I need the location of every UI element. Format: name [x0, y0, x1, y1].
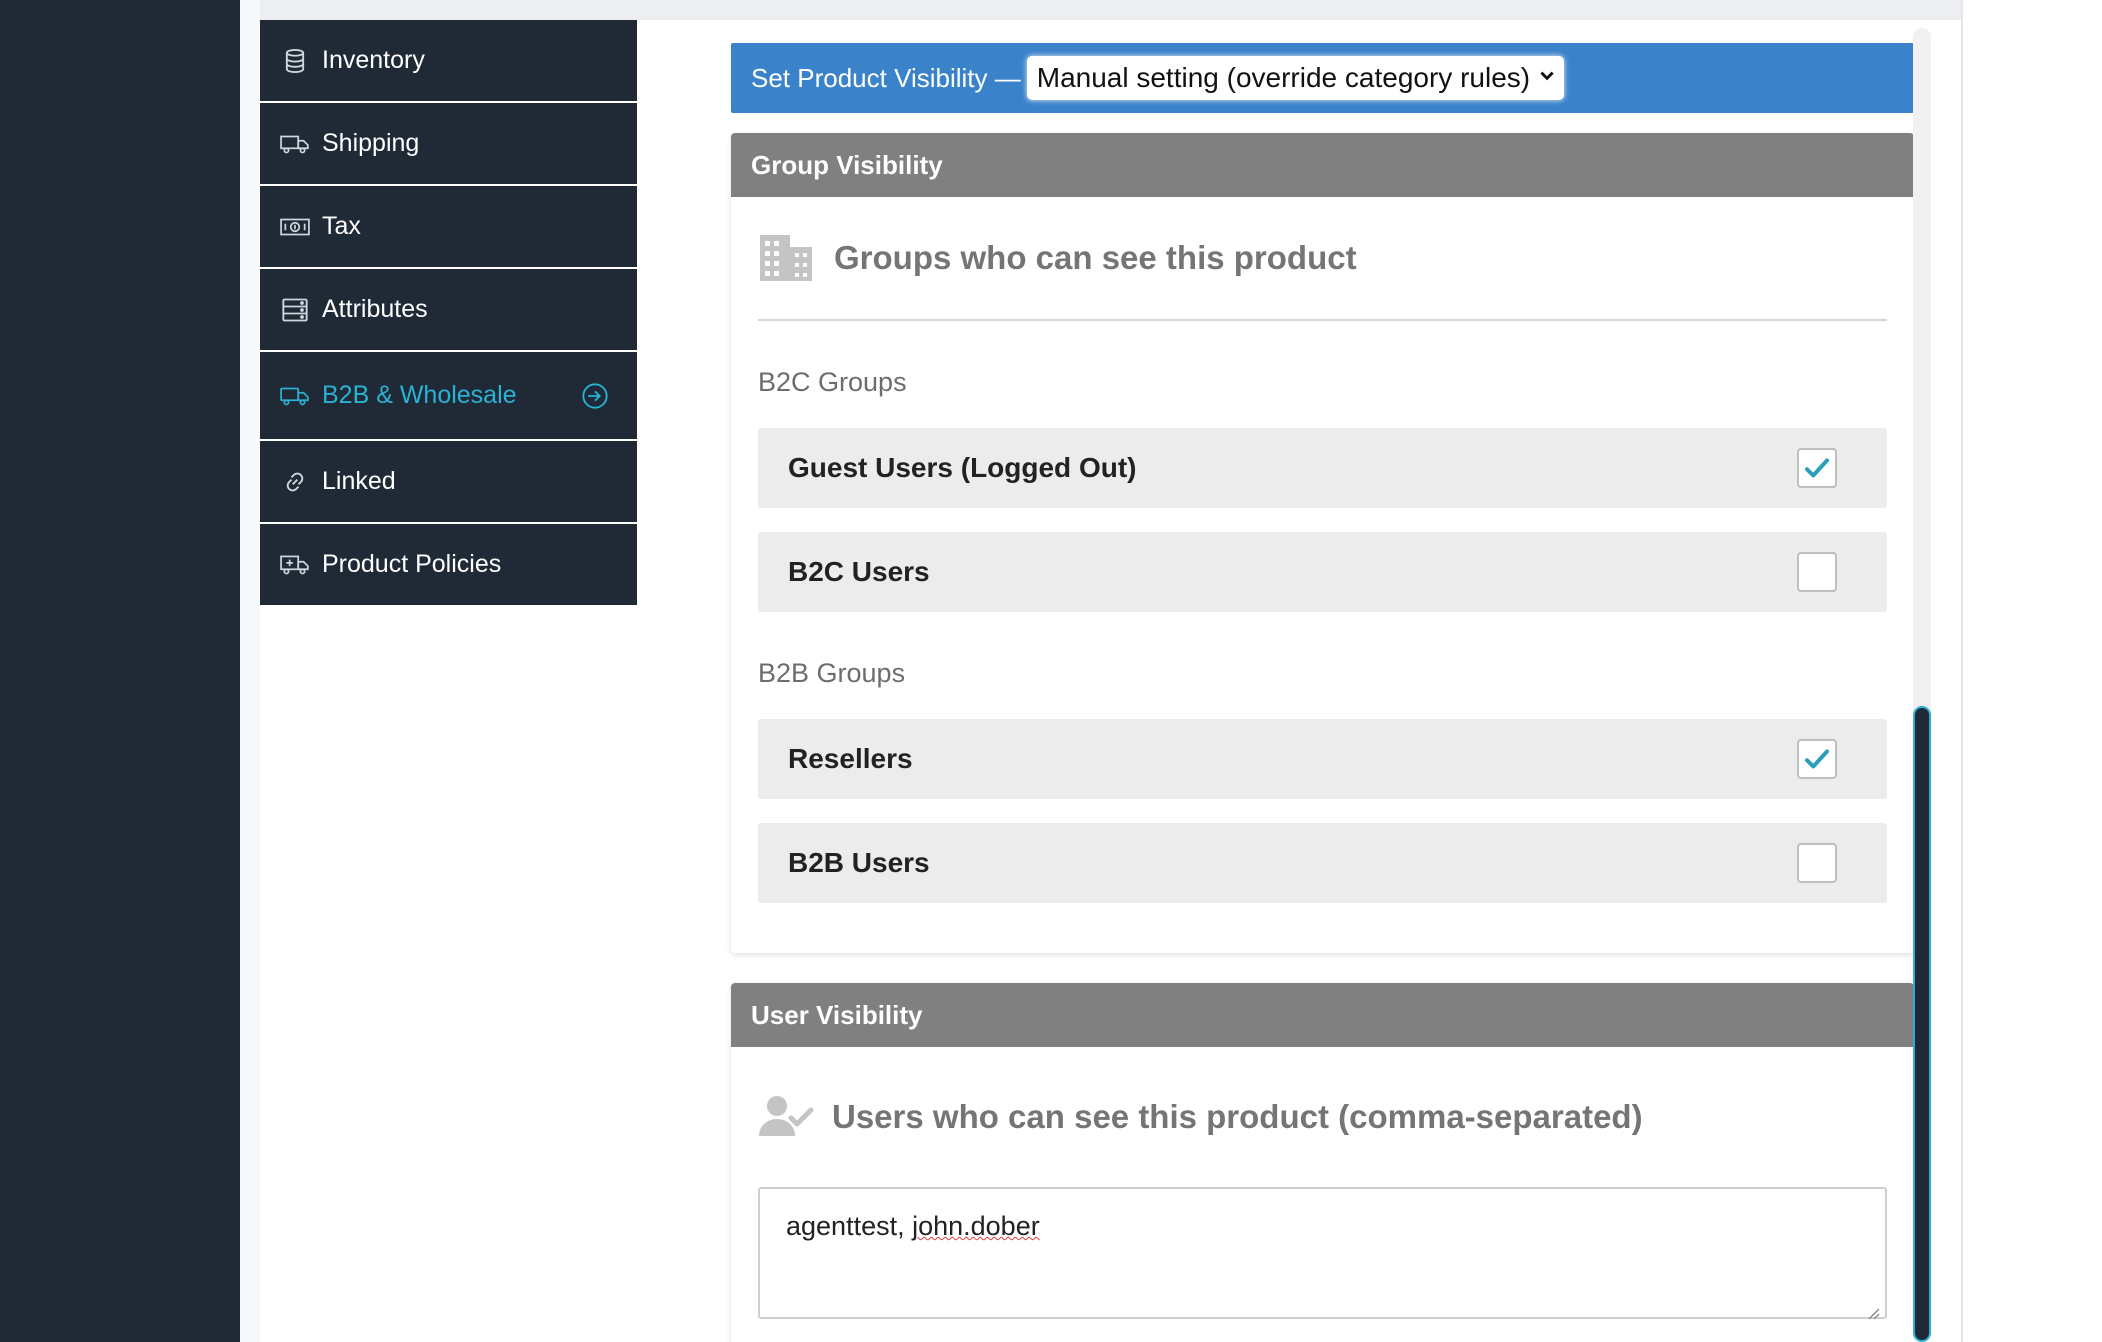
group-row-b2c-users[interactable]: B2C Users — [758, 532, 1887, 612]
visibility-select[interactable]: Manual setting (override category rules) — [1026, 56, 1565, 100]
visibility-label: Set Product Visibility — — [751, 62, 1021, 93]
b2c-groups-label: B2C Groups — [758, 367, 907, 397]
product-tabs-sidebar: Inventory Shipping Tax Attributes B2B & … — [260, 20, 637, 607]
tab-inventory[interactable]: Inventory — [260, 20, 637, 103]
users-value-part1: agenttest, — [786, 1211, 913, 1241]
tab-product-policies[interactable]: Product Policies — [260, 524, 637, 607]
tab-label: Tax — [322, 212, 361, 240]
tab-label: Product Policies — [322, 550, 502, 578]
database-icon — [278, 46, 312, 76]
tab-tax[interactable]: Tax — [260, 186, 637, 269]
attributes-icon — [278, 295, 312, 325]
group-name: B2B Users — [788, 847, 930, 878]
checkmark-icon — [1805, 749, 1829, 769]
resize-handle-icon[interactable] — [1865, 1297, 1881, 1320]
top-strip — [240, 0, 1962, 20]
tab-label: Attributes — [322, 295, 428, 323]
group-name: Resellers — [788, 743, 913, 774]
delivery-truck-icon — [278, 381, 312, 411]
content-border-left — [240, 0, 260, 1342]
b2b-groups-label: B2B Groups — [758, 658, 906, 688]
group-name: Guest Users (Logged Out) — [788, 452, 1137, 483]
link-icon — [278, 467, 312, 497]
groups-section-title: Groups who can see this product — [758, 197, 1887, 321]
tab-label: Inventory — [322, 46, 425, 74]
users-textarea[interactable]: agenttest, john.dober — [758, 1187, 1887, 1320]
tab-linked[interactable]: Linked — [260, 441, 637, 524]
group-visibility-card: Group Visibility Groups who can see this… — [731, 133, 1914, 953]
user-visibility-card: User Visibility Users who can see this p… — [731, 983, 1914, 1342]
group-checkbox-guest-users[interactable] — [1797, 448, 1837, 488]
user-visibility-header: User Visibility — [731, 983, 1914, 1047]
group-visibility-header: Group Visibility — [731, 133, 1914, 197]
group-checkbox-b2b-users[interactable] — [1797, 843, 1837, 883]
arrow-circle-right-icon — [581, 382, 609, 410]
chevron-down-icon — [1538, 65, 1556, 91]
truck-icon — [278, 129, 312, 159]
money-icon — [278, 212, 312, 242]
group-row-resellers[interactable]: Resellers — [758, 719, 1887, 799]
users-value-part2: john.dober — [912, 1211, 1040, 1241]
product-visibility-header: Set Product Visibility — Manual setting … — [731, 43, 1914, 113]
building-icon — [758, 233, 814, 283]
scrollbar-thumb[interactable] — [1913, 706, 1931, 1342]
tab-label: B2B & Wholesale — [322, 381, 517, 409]
group-name: B2C Users — [788, 556, 930, 587]
group-checkbox-b2c-users[interactable] — [1797, 552, 1837, 592]
group-checkbox-resellers[interactable] — [1797, 739, 1837, 779]
users-title-text: Users who can see this product (comma-se… — [832, 1098, 1643, 1135]
tab-b2b-wholesale[interactable]: B2B & Wholesale — [260, 352, 637, 441]
visibility-selected-option: Manual setting (override category rules) — [1036, 62, 1531, 93]
checkmark-icon — [1805, 458, 1829, 478]
main-content: Set Product Visibility — Manual setting … — [731, 43, 1914, 1342]
users-section-title: Users who can see this product (comma-se… — [758, 1047, 1887, 1187]
groups-title-text: Groups who can see this product — [834, 239, 1357, 276]
user-check-icon — [758, 1092, 818, 1142]
group-row-guest-users[interactable]: Guest Users (Logged Out) — [758, 428, 1887, 508]
tab-attributes[interactable]: Attributes — [260, 269, 637, 352]
app-left-panel — [0, 0, 240, 1342]
tab-label: Linked — [322, 467, 396, 495]
tab-label: Shipping — [322, 129, 420, 157]
content-border-right — [1961, 0, 1963, 1342]
tab-shipping[interactable]: Shipping — [260, 103, 637, 186]
group-row-b2b-users[interactable]: B2B Users — [758, 823, 1887, 903]
policy-truck-icon — [278, 550, 312, 580]
